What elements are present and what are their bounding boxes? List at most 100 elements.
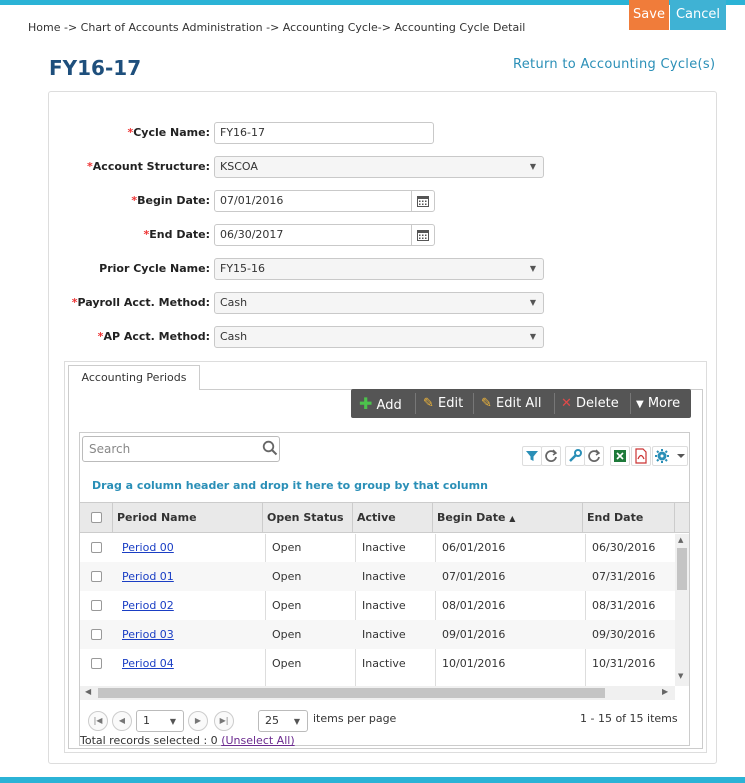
first-page-button[interactable]: |◀	[88, 711, 108, 731]
column-header-end-date[interactable]: End Date	[582, 503, 674, 533]
horizontal-scroll-thumb[interactable]	[98, 688, 605, 698]
table-row: Period 01 Open Inactive 07/01/2016 07/31…	[80, 562, 675, 591]
end-date-cell: 06/30/2016	[592, 541, 656, 554]
row-checkbox[interactable]	[91, 571, 102, 582]
end-date-cell: 09/30/2016	[592, 628, 656, 641]
cycle-name-label: *Cycle Name:	[127, 126, 210, 139]
add-button[interactable]: ✚ Add	[359, 389, 402, 418]
toolbar-divider	[630, 393, 631, 414]
pencil-icon: ✎	[423, 396, 434, 411]
scroll-left-icon[interactable]: ◀	[85, 687, 91, 696]
grid-search-input[interactable]: Search	[82, 436, 280, 462]
column-header-period-name[interactable]: Period Name	[112, 503, 262, 533]
caret-down-icon: ▼	[636, 399, 644, 410]
tab-accounting-periods[interactable]: Accounting Periods	[68, 365, 200, 390]
gear-icon[interactable]	[652, 446, 688, 466]
row-checkbox[interactable]	[91, 542, 102, 553]
pencil-icon: ✎	[481, 396, 492, 411]
toolbar-divider	[415, 393, 416, 414]
column-header-begin-date[interactable]: Begin Date ▲	[432, 503, 582, 533]
scroll-right-icon[interactable]: ▶	[662, 687, 668, 696]
row-checkbox[interactable]	[91, 658, 102, 669]
account-structure-select[interactable]: KSCOA ▼	[214, 156, 544, 178]
ap-method-label: *AP Acct. Method:	[97, 330, 210, 343]
filter-icon[interactable]	[522, 446, 542, 466]
period-name-link[interactable]: Period 03	[122, 620, 174, 649]
begin-date-cell: 09/01/2016	[442, 628, 506, 641]
calendar-icon[interactable]	[411, 191, 434, 211]
unselect-all-link[interactable]: (Unselect All)	[221, 734, 294, 747]
payroll-method-label: *Payroll Acct. Method:	[71, 296, 210, 309]
ap-method-select[interactable]: Cash ▼	[214, 326, 544, 348]
chevron-down-icon: ▼	[529, 162, 536, 171]
page-size-select[interactable]: 25 ▼	[258, 710, 308, 732]
period-name-link[interactable]: Period 04	[122, 649, 174, 678]
plus-icon: ✚	[359, 394, 373, 413]
next-page-button[interactable]: ▶	[188, 711, 208, 731]
delete-x-icon: ✕	[561, 396, 572, 411]
vertical-scroll-thumb[interactable]	[677, 548, 687, 590]
grid-toolbar: ✚ Add ✎ Edit ✎ Edit All ✕ Delete ▼ More	[351, 389, 691, 418]
wrench-icon[interactable]	[565, 446, 585, 466]
toolbar-divider	[473, 393, 474, 414]
page-number-select[interactable]: 1 ▼	[136, 710, 184, 732]
end-date-input[interactable]: 06/30/2017	[214, 224, 435, 246]
chevron-down-icon: ▼	[529, 332, 536, 341]
last-page-button[interactable]: ▶|	[214, 711, 234, 731]
edit-all-button[interactable]: ✎ Edit All	[481, 389, 541, 418]
scroll-down-icon[interactable]: ▼	[678, 672, 683, 680]
open-status-cell: Open	[272, 657, 302, 670]
end-date-cell: 08/31/2016	[592, 599, 656, 612]
save-button[interactable]: Save	[629, 0, 669, 30]
column-header-active[interactable]: Active	[352, 503, 432, 533]
begin-date-cell: 10/01/2016	[442, 657, 506, 670]
grid-header: Period Name Open Status Active Begin Dat…	[80, 502, 689, 533]
return-to-cycles-link[interactable]: Return to Accounting Cycle(s)	[513, 57, 715, 72]
breadcrumb: Home -> Chart of Accounts Administration…	[28, 21, 526, 34]
reset-settings-icon[interactable]	[584, 446, 604, 466]
items-per-page-label: items per page	[313, 712, 397, 725]
calendar-icon[interactable]	[411, 225, 434, 245]
period-name-link[interactable]: Period 00	[122, 533, 174, 562]
table-row: Period 00 Open Inactive 06/01/2016 06/30…	[80, 533, 675, 562]
chevron-down-icon: ▼	[529, 298, 536, 307]
cancel-button[interactable]: Cancel	[670, 0, 726, 30]
row-checkbox[interactable]	[91, 600, 102, 611]
open-status-cell: Open	[272, 599, 302, 612]
more-button[interactable]: ▼ More	[636, 389, 680, 418]
table-row: Period 04 Open Inactive 10/01/2016 10/31…	[80, 649, 675, 678]
search-icon[interactable]	[262, 440, 278, 460]
pdf-export-icon[interactable]	[631, 446, 651, 466]
cycle-name-input[interactable]: FY16-17	[214, 122, 434, 144]
column-header-open-status[interactable]: Open Status	[262, 503, 352, 533]
begin-date-label: *Begin Date:	[131, 194, 210, 207]
table-row: Period 02 Open Inactive 08/01/2016 08/31…	[80, 591, 675, 620]
delete-button[interactable]: ✕ Delete	[561, 389, 619, 418]
open-status-cell: Open	[272, 628, 302, 641]
account-structure-label: *Account Structure:	[87, 160, 210, 173]
page-title: FY16-17	[49, 56, 142, 80]
edit-button[interactable]: ✎ Edit	[423, 389, 463, 418]
active-cell: Inactive	[362, 541, 406, 554]
selected-records-info: Total records selected : 0 (Unselect All…	[80, 734, 295, 747]
period-name-link[interactable]: Period 01	[122, 562, 174, 591]
period-name-link[interactable]: Period 02	[122, 591, 174, 620]
select-all-checkbox[interactable]	[91, 512, 102, 523]
begin-date-input[interactable]: 07/01/2016	[214, 190, 435, 212]
group-by-hint: Drag a column header and drop it here to…	[92, 479, 488, 492]
previous-page-button[interactable]: ◀	[112, 711, 132, 731]
begin-date-cell: 08/01/2016	[442, 599, 506, 612]
end-date-cell: 10/31/2016	[592, 657, 656, 670]
active-cell: Inactive	[362, 599, 406, 612]
prior-cycle-select[interactable]: FY15-16 ▼	[214, 258, 544, 280]
excel-export-icon[interactable]	[610, 446, 630, 466]
row-checkbox[interactable]	[91, 629, 102, 640]
open-status-cell: Open	[272, 541, 302, 554]
reset-filter-icon[interactable]	[541, 446, 561, 466]
table-row: Period 03 Open Inactive 09/01/2016 09/30…	[80, 620, 675, 649]
payroll-method-select[interactable]: Cash ▼	[214, 292, 544, 314]
sort-ascending-icon: ▲	[509, 514, 516, 523]
scroll-up-icon[interactable]: ▲	[678, 536, 683, 544]
select-all-cell	[80, 503, 112, 533]
bottom-accent-bar	[0, 777, 745, 783]
